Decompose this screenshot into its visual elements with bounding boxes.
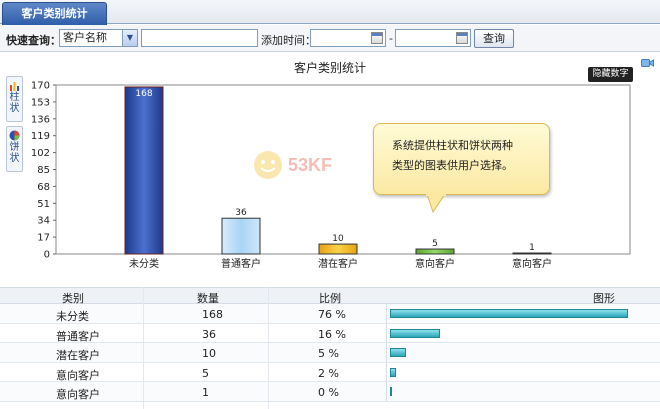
tab-customer-category-stats[interactable]: 客户类别统计	[2, 2, 107, 25]
row-category: 意向客户	[56, 368, 100, 382]
ratio-bar	[390, 387, 392, 396]
row-category: 未分类	[56, 310, 89, 323]
row-category: 普通客户	[56, 329, 100, 343]
bar	[221, 217, 261, 255]
watermark-text: 53KF	[288, 155, 332, 175]
row-graphic	[386, 304, 660, 323]
row-category: 潜在客户	[56, 349, 100, 362]
table-row: 未分类 168 76 %	[0, 304, 660, 324]
quick-query-label: 快速查询：	[6, 34, 61, 47]
x-tick-label: 未分类	[129, 257, 159, 270]
row-count: 36	[202, 327, 216, 341]
bar	[124, 86, 164, 255]
column-divider	[143, 287, 144, 409]
watermark-logo: 53KF	[254, 151, 332, 179]
bar	[512, 252, 552, 255]
table-body: 未分类 168 76 % 普通客户 36 16 % 潜在客户 10 5 % 意向客户 5 2 % 意向客…	[0, 304, 660, 402]
row-graphic	[386, 362, 660, 382]
row-graphic	[386, 343, 660, 362]
y-tick-label: 102	[31, 148, 50, 159]
y-tick-label: 170	[31, 81, 50, 92]
x-tick-label: 意向客户	[512, 257, 552, 270]
chart-panel: 柱状 饼状 客户类别统计 隐藏数字 0 17 34 51 68 85 102 119 136 15…	[0, 53, 660, 281]
query-field-select[interactable]: 客户名称 ▼	[59, 29, 138, 47]
row-category: 意向客户	[56, 388, 100, 401]
y-tick-label: 153	[31, 97, 50, 108]
row-graphic	[386, 323, 660, 343]
keyword-input[interactable]	[141, 29, 258, 47]
y-tick-label: 51	[37, 199, 50, 210]
query-field-value: 客户名称	[63, 31, 107, 44]
quick-query-bar: 快速查询： 客户名称 ▼ 添加时间： - 查询	[0, 25, 660, 52]
y-tick-label: 85	[37, 165, 50, 176]
data-label: 10	[332, 234, 344, 244]
row-count: 168	[202, 308, 223, 321]
calendar-icon[interactable]	[371, 32, 383, 44]
y-tick-label: 34	[37, 216, 50, 227]
row-count: 1	[202, 386, 209, 399]
data-label: 1	[529, 243, 535, 253]
date-from-field[interactable]	[310, 29, 386, 47]
bar	[318, 243, 358, 255]
bar	[415, 248, 455, 255]
date-to-field[interactable]	[395, 29, 471, 47]
table-row: 意向客户 1 0 %	[0, 382, 660, 402]
tab-bar: 客户类别统计	[0, 0, 660, 25]
x-tick-label: 潜在客户	[318, 257, 358, 270]
chevron-down-icon[interactable]: ▼	[122, 30, 137, 46]
row-ratio: 0 %	[318, 386, 339, 399]
x-tick-label: 普通客户	[221, 257, 261, 270]
y-tick-label: 136	[31, 114, 50, 125]
y-tick-label: 0	[44, 250, 50, 261]
row-ratio: 5 %	[318, 347, 339, 360]
ratio-bar	[390, 367, 397, 377]
x-tick-label: 意向客户	[415, 257, 455, 270]
column-divider	[268, 287, 269, 409]
row-graphic	[386, 382, 660, 401]
tooltip-tail	[426, 194, 446, 214]
info-tooltip: 系统提供柱状和饼状两种 类型的图表供用户选择。	[373, 123, 550, 195]
calendar-icon[interactable]	[456, 32, 468, 44]
data-label: 168	[135, 89, 152, 99]
tooltip-line-1: 系统提供柱状和饼状两种	[392, 139, 513, 152]
table-row: 普通客户 36 16 %	[0, 323, 660, 343]
table-header: 类别 数量 比例 图形	[0, 287, 660, 305]
row-ratio: 76 %	[318, 308, 346, 321]
y-tick-label: 119	[31, 131, 50, 142]
row-ratio: 16 %	[318, 327, 346, 341]
y-tick-label: 17	[37, 233, 50, 244]
search-button[interactable]: 查询	[474, 29, 514, 48]
y-tick-label: 68	[37, 182, 50, 193]
table-row: 潜在客户 10 5 %	[0, 343, 660, 363]
data-label: 36	[235, 208, 247, 218]
add-time-label: 添加时间：	[261, 34, 316, 47]
ratio-bar	[390, 309, 628, 318]
ratio-bar	[390, 328, 441, 338]
tooltip-line-2: 类型的图表供用户选择。	[392, 159, 513, 172]
row-count: 10	[202, 347, 216, 360]
row-count: 5	[202, 366, 209, 380]
stats-table: 类别 数量 比例 图形 未分类 168 76 % 普通客户 36 16 % 潜在客户 10 5 …	[0, 287, 660, 402]
row-ratio: 2 %	[318, 366, 339, 380]
ratio-bar	[390, 348, 406, 357]
table-row: 意向客户 5 2 %	[0, 362, 660, 382]
data-label: 5	[432, 239, 438, 249]
date-separator: -	[389, 32, 393, 45]
